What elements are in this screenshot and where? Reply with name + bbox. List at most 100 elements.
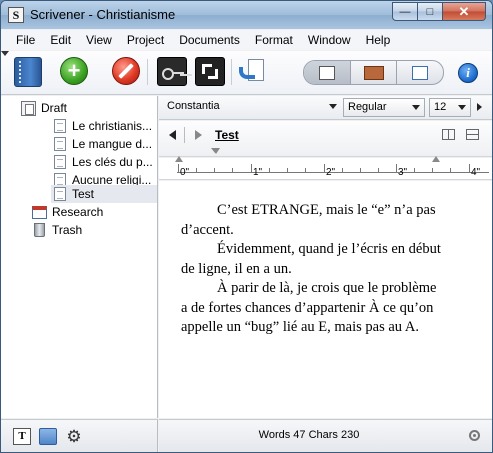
- add-icon[interactable]: +: [60, 57, 88, 85]
- ruler-label: 3": [398, 167, 408, 178]
- view-mode-segmented: [303, 60, 444, 85]
- menu-view[interactable]: View: [77, 30, 118, 50]
- document-icon: [54, 119, 66, 133]
- binder-label: Trash: [52, 223, 83, 237]
- gear-icon[interactable]: ⚙: [65, 428, 83, 445]
- font-size-value: 12: [434, 101, 447, 113]
- add-folder-icon[interactable]: [39, 428, 57, 445]
- paragraph: C’est ETRANGE, mais le “e” n’a pas d’acc…: [181, 202, 436, 238]
- ruler-tick: [324, 164, 325, 173]
- draft-folder-icon: [21, 100, 36, 116]
- toolbar-separator: [231, 59, 232, 85]
- maximize-button[interactable]: □: [418, 2, 443, 21]
- ruler-tick: [305, 168, 306, 173]
- word-count-status: Words 47 Chars 230: [258, 429, 360, 441]
- binder-item-research[interactable]: Research: [32, 203, 157, 221]
- binder-label: Le christianis...: [72, 119, 153, 133]
- ruler-label: 1": [253, 167, 263, 178]
- font-style-select[interactable]: Regular: [343, 98, 425, 117]
- add-text-icon[interactable]: T: [13, 428, 31, 445]
- binder-item-test[interactable]: Test: [51, 185, 157, 203]
- binder-item-draft[interactable]: ◢ Draft: [21, 99, 157, 117]
- compile-arrow-shape: [239, 67, 255, 79]
- binder-label: Test: [72, 187, 95, 201]
- menu-documents[interactable]: Documents: [170, 30, 246, 50]
- ruler-tick: [342, 168, 343, 173]
- binder-icon[interactable]: [14, 57, 42, 87]
- split-vertical-icon[interactable]: [442, 129, 455, 140]
- back-arrow-icon[interactable]: [169, 130, 176, 140]
- font-family-select[interactable]: Constantia: [163, 98, 341, 117]
- ruler-label: 4": [471, 167, 481, 178]
- app-window: S Scrivener - Christianisme — □ ✕ File E…: [0, 0, 493, 453]
- document-icon: [54, 187, 66, 201]
- nav-divider: [184, 127, 185, 143]
- document-title[interactable]: Test: [215, 128, 239, 142]
- ruler-tick: [251, 164, 252, 173]
- left-indent-marker[interactable]: [175, 156, 183, 162]
- binder-item-doc[interactable]: Le mangue d...: [54, 135, 157, 153]
- binder-item-doc[interactable]: Les clés du p...: [54, 153, 157, 171]
- window-title: Scrivener - Christianisme: [30, 7, 176, 22]
- close-button[interactable]: ✕: [443, 2, 486, 21]
- scrivener-app-icon[interactable]: S: [8, 7, 24, 23]
- paragraph: À parir de là, je crois que le problème …: [181, 280, 437, 335]
- ruler[interactable]: 0" 1" 2" 3" 4": [159, 158, 492, 180]
- scrivenings-view-button[interactable]: [304, 61, 351, 84]
- menu-bar: File Edit View Project Documents Format …: [1, 30, 492, 50]
- right-indent-marker[interactable]: [432, 156, 440, 162]
- binder-panel: ◢ Draft Le christianis... Le mangue d...…: [1, 96, 158, 418]
- ruler-tick: [196, 168, 197, 173]
- binder-label: Research: [52, 205, 104, 219]
- trash-icon: [34, 223, 45, 237]
- forward-arrow-icon[interactable]: [195, 130, 202, 140]
- fullscreen-icon[interactable]: [195, 57, 225, 86]
- font-style-value: Regular: [348, 101, 387, 113]
- format-more-icon[interactable]: [477, 103, 482, 111]
- outliner-view-button[interactable]: [397, 61, 443, 84]
- binder-label: Les clés du p...: [72, 155, 153, 169]
- minimize-button[interactable]: —: [392, 2, 418, 21]
- binder-footer: T ⚙: [1, 419, 158, 452]
- binder-label: Draft: [41, 101, 68, 115]
- menu-help[interactable]: Help: [357, 30, 397, 50]
- corkboard-view-button[interactable]: [351, 61, 398, 84]
- delete-icon[interactable]: [112, 57, 140, 85]
- target-icon[interactable]: [469, 430, 480, 441]
- menu-file[interactable]: File: [8, 30, 41, 50]
- ruler-tick: [396, 164, 397, 173]
- font-family-value: Constantia: [167, 100, 220, 112]
- ruler-tick: [450, 168, 451, 173]
- keywords-icon[interactable]: [157, 57, 187, 86]
- format-bar: Constantia Regular 12: [159, 96, 492, 120]
- font-size-select[interactable]: 12: [429, 98, 471, 117]
- inspector-icon[interactable]: i: [458, 63, 478, 83]
- toolbar-separator: [147, 59, 148, 85]
- editor-text-area[interactable]: C’est ETRANGE, mais le “e” n’a pas d’acc…: [159, 181, 492, 418]
- compile-icon[interactable]: [238, 57, 266, 87]
- ruler-label: 0": [180, 167, 190, 178]
- menu-format[interactable]: Format: [246, 30, 299, 50]
- editor-footer: Words 47 Chars 230: [159, 419, 492, 452]
- add-dropdown-icon[interactable]: [1, 51, 9, 56]
- menu-edit[interactable]: Edit: [41, 30, 77, 50]
- ruler-tick: [469, 164, 470, 173]
- ruler-label: 2": [326, 167, 336, 178]
- research-folder-icon: [32, 205, 47, 219]
- title-bar[interactable]: S Scrivener - Christianisme — □ ✕: [1, 1, 492, 29]
- menu-window[interactable]: Window: [299, 30, 357, 50]
- binder-item-trash[interactable]: Trash: [32, 221, 157, 239]
- ruler-tick: [360, 168, 361, 173]
- binder-item-doc[interactable]: Le christianis...: [54, 117, 157, 135]
- ruler-tick: [378, 168, 379, 173]
- menu-project[interactable]: Project: [118, 30, 170, 50]
- split-horizontal-icon[interactable]: [466, 129, 479, 140]
- editor-header-bar: Test: [159, 121, 492, 157]
- main-toolbar: + i: [1, 51, 492, 95]
- outliner-icon: [412, 65, 429, 80]
- binder-label: Le mangue d...: [72, 137, 153, 151]
- document-icon: [54, 137, 66, 151]
- first-line-indent-marker[interactable]: [212, 148, 220, 154]
- ruler-tick: [287, 168, 288, 173]
- document-icon: [54, 155, 66, 169]
